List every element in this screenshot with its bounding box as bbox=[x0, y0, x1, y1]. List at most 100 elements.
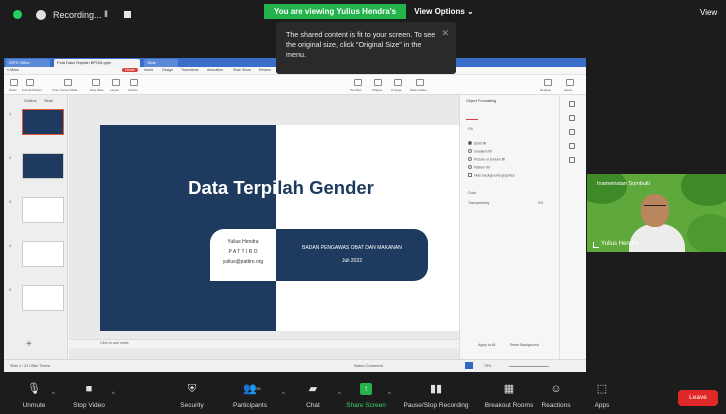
share-screen-icon: ↑ bbox=[360, 383, 372, 395]
new-slide-icon[interactable] bbox=[92, 79, 100, 86]
close-icon[interactable]: ✕ bbox=[441, 28, 449, 38]
video-camera-icon: ■ bbox=[85, 383, 93, 395]
menu-item-menu[interactable]: ≡ Menu bbox=[7, 68, 19, 72]
ribbon-label: Text Box bbox=[350, 88, 362, 92]
tab-wps-office[interactable]: WPS Office bbox=[6, 59, 50, 67]
slide-thumbnail[interactable] bbox=[22, 109, 64, 135]
from-current-slide-icon[interactable] bbox=[64, 79, 72, 86]
glasses bbox=[644, 205, 666, 209]
shield-icon: ⛨ bbox=[187, 383, 197, 395]
stop-recording-button[interactable] bbox=[124, 11, 131, 18]
slide-thumbnail[interactable] bbox=[22, 153, 64, 179]
menu-item-review[interactable]: Review bbox=[259, 68, 271, 72]
option-solid-fill[interactable]: Solid fill bbox=[468, 141, 486, 146]
shapes-icon[interactable] bbox=[374, 79, 382, 86]
zoom-level[interactable]: 79% bbox=[484, 364, 491, 368]
menu-item-design[interactable]: Design bbox=[162, 68, 173, 72]
slide-title: Data Terpilah Gender bbox=[100, 177, 462, 199]
unmute-label: Unmute bbox=[22, 402, 46, 409]
arrange-icon[interactable] bbox=[394, 79, 402, 86]
text-box-icon[interactable] bbox=[354, 79, 362, 86]
ribbon-label: Section bbox=[128, 88, 139, 92]
slide-thumbnail[interactable] bbox=[22, 197, 64, 223]
viewing-banner: You are viewing Yulius Hendra's screen bbox=[264, 4, 406, 31]
reset-background-button[interactable]: Reset Background bbox=[510, 343, 539, 347]
option-picture-fill[interactable]: Picture or texture fill bbox=[468, 157, 505, 162]
notes-comment-toggles[interactable]: Notes Comment bbox=[354, 363, 383, 368]
pause-stop-icon: ▮▮ bbox=[429, 383, 443, 395]
current-slide[interactable]: Data Terpilah Gender Yulius Hendra P A T… bbox=[100, 125, 462, 331]
presentation-date: Juli 2022 bbox=[341, 258, 362, 264]
color-label: Color bbox=[468, 191, 477, 195]
apply-to-all-button[interactable]: Apply to All bbox=[478, 343, 495, 347]
slide-title-part2: lah Gender bbox=[277, 177, 374, 198]
ribbon-label: From Current Slide bbox=[52, 88, 78, 92]
menu-item-animation[interactable]: Animation bbox=[207, 68, 223, 72]
unmute-button[interactable]: 🎙 Unmute bbox=[4, 383, 64, 409]
slide-outline-icon[interactable] bbox=[416, 79, 424, 86]
history-icon[interactable] bbox=[569, 157, 575, 163]
animation-icon[interactable] bbox=[569, 129, 575, 135]
slide-thumbnail[interactable] bbox=[22, 285, 64, 311]
foliage bbox=[587, 174, 627, 204]
apps-button[interactable]: ⬚ Apps bbox=[572, 383, 632, 409]
section-icon[interactable] bbox=[130, 79, 138, 86]
menu-item-slide-show[interactable]: Slide Show bbox=[233, 68, 251, 72]
settings-icon[interactable] bbox=[569, 143, 575, 149]
video-overlay-label: Inameinstan Sumbuiti bbox=[597, 181, 650, 187]
tab-slide-list[interactable]: Slide bbox=[44, 98, 53, 103]
zoom-window: Recording... II You are viewing Yulius H… bbox=[0, 0, 726, 414]
ribbon-label: Slide Outline bbox=[410, 88, 428, 92]
menu-item-insert[interactable]: Insert bbox=[144, 68, 153, 72]
transparency-value[interactable]: 0% bbox=[538, 201, 543, 205]
thumb-number: 2 bbox=[9, 155, 12, 160]
ribbon-label: Arrange bbox=[391, 88, 402, 92]
radio-icon bbox=[468, 165, 472, 169]
participants-button[interactable]: 👥 Participants bbox=[220, 383, 280, 409]
share-screen-button[interactable]: ↑ Share Screen bbox=[336, 383, 396, 409]
properties-icon[interactable] bbox=[569, 115, 575, 121]
pause-stop-recording-button[interactable]: ▮▮ Pause/Stop Recording bbox=[398, 383, 474, 409]
close-panel-icon[interactable] bbox=[569, 101, 575, 107]
option-hide-background[interactable]: Hide background graphics bbox=[468, 173, 515, 178]
select-icon[interactable] bbox=[566, 79, 574, 86]
tab-presentation[interactable]: Pola Data Terpilah BPOM.pptx bbox=[54, 59, 140, 67]
security-button[interactable]: ⛨ Security bbox=[162, 383, 222, 409]
chat-button[interactable]: ▰ Chat bbox=[283, 383, 343, 409]
participant-name: Yulius Hendra bbox=[601, 241, 639, 247]
menu-item-transitions[interactable]: Transitions bbox=[181, 68, 198, 72]
option-pattern-fill[interactable]: Pattern fill bbox=[468, 165, 490, 170]
pause-recording-button[interactable]: II bbox=[104, 9, 108, 19]
chevron-up-icon[interactable]: ^ bbox=[112, 392, 115, 398]
zoom-slider[interactable] bbox=[509, 366, 549, 367]
slide-thumbnail[interactable] bbox=[22, 241, 64, 267]
option-gradient-fill[interactable]: Gradient fill bbox=[468, 149, 492, 154]
stop-video-button[interactable]: ■ Stop Video bbox=[59, 383, 119, 409]
tab-slide[interactable]: Slide bbox=[144, 59, 178, 67]
ribbon-label: Paste bbox=[9, 88, 17, 92]
notes-pane[interactable]: Click to add notes bbox=[69, 339, 459, 348]
ribbon-toolbar: Paste Format Painter From Current Slide … bbox=[4, 75, 586, 95]
audio-bars-icon bbox=[593, 242, 599, 248]
play-slideshow-icon[interactable] bbox=[465, 362, 473, 369]
leave-button[interactable]: Leave bbox=[678, 390, 718, 406]
share-screen-label: Share Screen bbox=[346, 402, 386, 409]
view-options-button[interactable]: View Options ⌄ bbox=[412, 4, 476, 19]
organization-box: BADAN PENGAWAS OBAT DAN MAKANAN Juli 202… bbox=[276, 229, 428, 281]
replace-icon[interactable] bbox=[544, 79, 552, 86]
paste-icon[interactable] bbox=[10, 79, 18, 86]
format-painter-icon[interactable] bbox=[26, 79, 34, 86]
presenter-org: P A T T I R O bbox=[228, 249, 258, 255]
add-slide-button[interactable]: + bbox=[26, 339, 32, 350]
notes-placeholder: Click to add notes bbox=[100, 341, 129, 345]
participant-video[interactable]: Inameinstan Sumbuiti Yulius Hendra bbox=[587, 174, 726, 252]
menu-item-home[interactable]: Home bbox=[122, 68, 138, 72]
chevron-up-icon[interactable]: ^ bbox=[52, 392, 55, 398]
participant-head bbox=[641, 194, 669, 227]
tab-outline[interactable]: Outline bbox=[24, 98, 37, 103]
smiley-plus-icon: ☺ bbox=[550, 383, 562, 395]
view-button[interactable]: View bbox=[700, 8, 717, 17]
layout-icon[interactable] bbox=[112, 79, 120, 86]
security-shield-icon[interactable] bbox=[13, 10, 22, 19]
chevron-up-icon[interactable]: ^ bbox=[388, 392, 391, 398]
